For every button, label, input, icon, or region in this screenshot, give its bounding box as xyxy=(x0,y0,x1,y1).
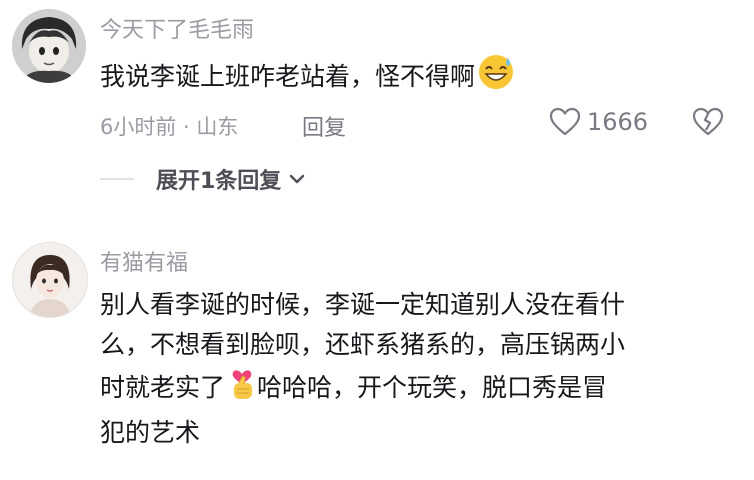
comment-text-segment: 哈哈哈，开个玩笑，脱口秀是冒 xyxy=(257,373,608,402)
comment-item: 今天下了毛毛雨 我说李诞上班咋老站着，怪不得啊 6小时前 · 山东 回复 166… xyxy=(0,0,754,230)
grinning-sweat-emoji xyxy=(477,52,515,102)
dislike-button[interactable] xyxy=(692,107,724,141)
comment-text-content: 我说李诞上班咋老站着，怪不得啊 xyxy=(100,62,476,91)
reply-button[interactable]: 回复 xyxy=(302,110,346,142)
like-count: 1666 xyxy=(587,108,649,136)
comment-text: 我说李诞上班咋老站着，怪不得啊 xyxy=(100,52,515,102)
username[interactable]: 今天下了毛毛雨 xyxy=(100,12,254,44)
comment-text: 别人看李诞的时候，李诞一定知道别人没在看什 么，不想看到脸呗，还虾系猪系的，高压… xyxy=(100,285,740,453)
comment-text-segment: 时就老实了 xyxy=(100,373,226,402)
chevron-down-icon xyxy=(290,174,305,184)
comment-item: 有猫有福 别人看李诞的时候，李诞一定知道别人没在看什 么，不想看到脸呗，还虾系猪… xyxy=(0,230,754,480)
avatar-illustration xyxy=(13,243,87,317)
finger-heart-emoji xyxy=(227,365,257,413)
broken-heart-icon xyxy=(692,107,724,136)
avatar[interactable] xyxy=(12,9,86,83)
expand-replies-label: 展开1条回复 xyxy=(156,169,282,194)
expand-replies-button[interactable]: 展开1条回复 xyxy=(100,163,305,195)
comment-text-line-with-emoji: 时就老实了 哈哈哈，开个玩笑，脱口秀是冒 xyxy=(100,365,740,413)
comment-text-line: 犯的艺术 xyxy=(100,418,201,447)
avatar-illustration xyxy=(12,9,86,83)
comment-text-line: 么，不想看到脸呗，还虾系猪系的，高压锅两小 xyxy=(100,330,626,359)
username[interactable]: 有猫有福 xyxy=(100,245,188,277)
like-button[interactable]: 1666 xyxy=(549,107,648,137)
avatar[interactable] xyxy=(12,242,88,318)
comment-time-location: 6小时前 · 山东 xyxy=(100,115,239,139)
heart-icon xyxy=(549,107,581,136)
divider xyxy=(100,178,134,180)
comment-text-line: 别人看李诞的时候，李诞一定知道别人没在看什 xyxy=(100,290,626,319)
